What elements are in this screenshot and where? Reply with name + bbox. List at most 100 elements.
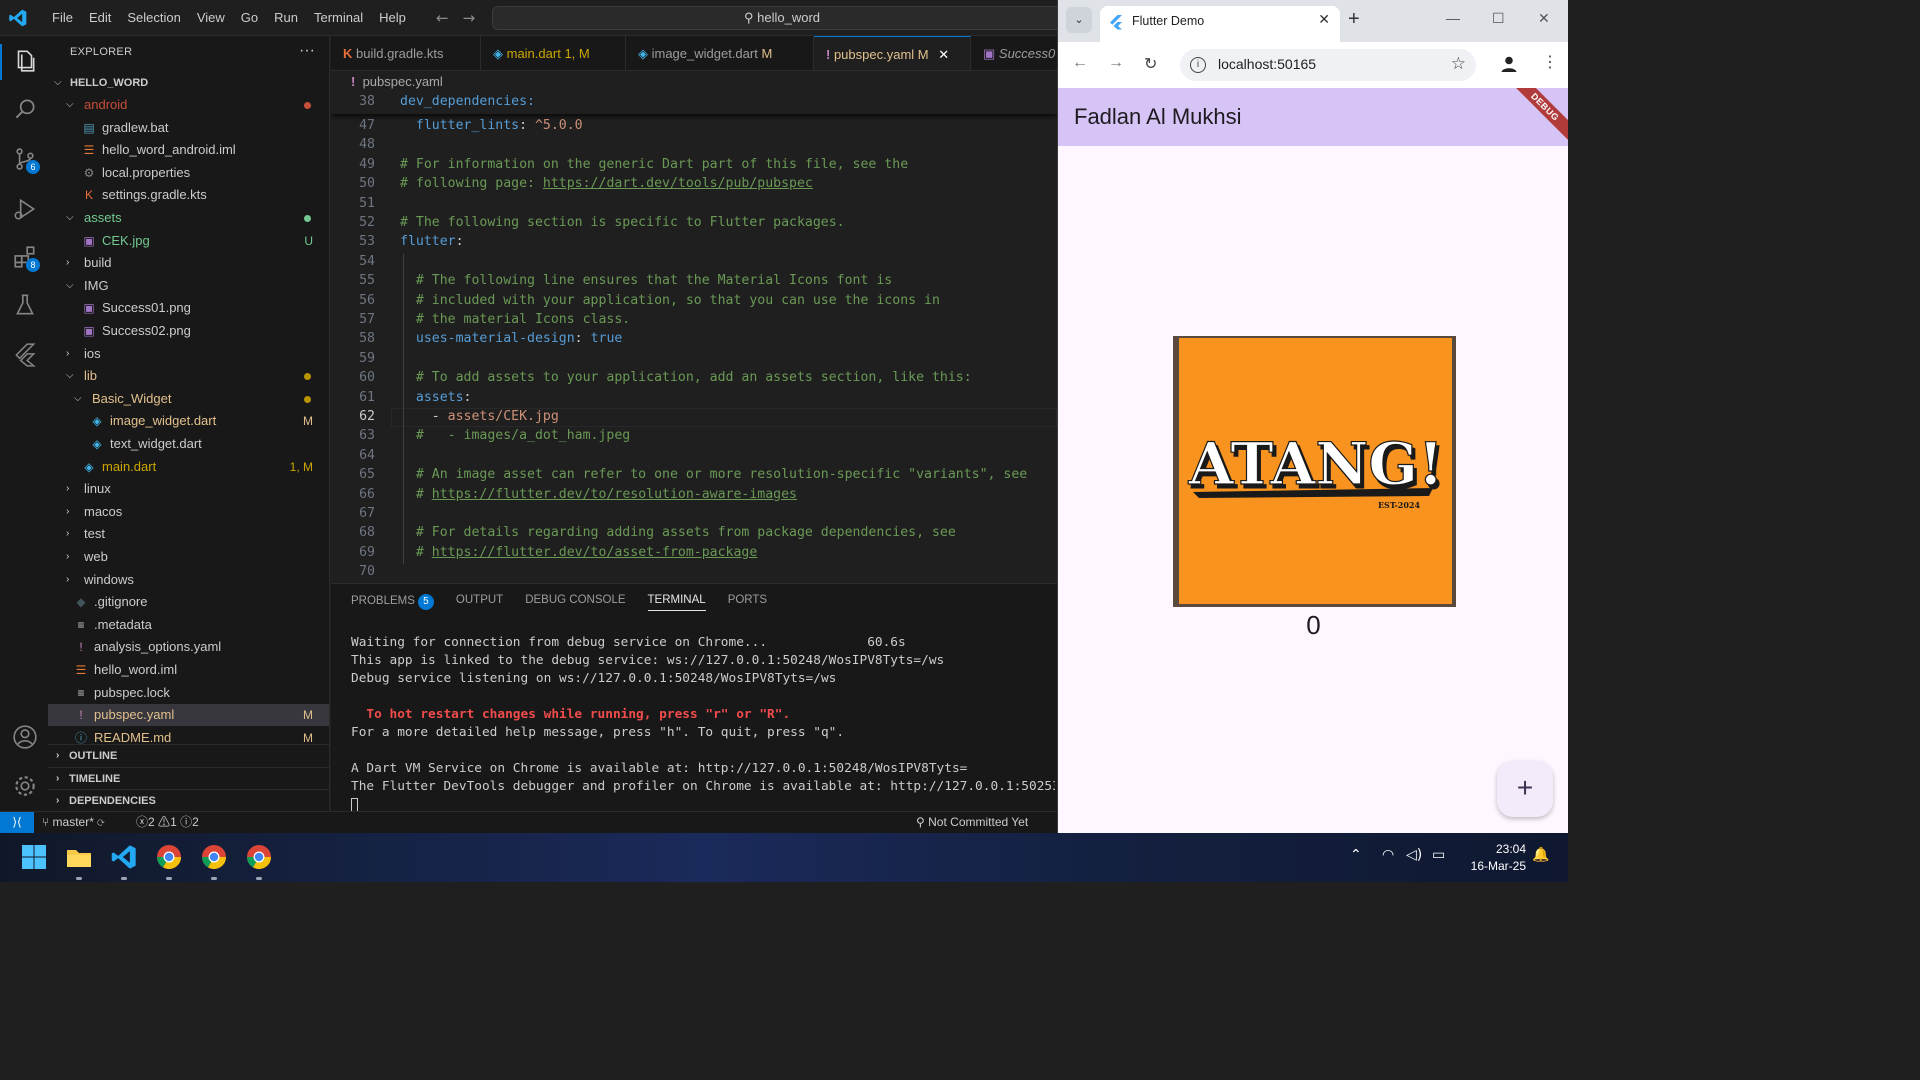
code-editor[interactable]: 38 dev_dependencies: 47 flutter_lints: ^… [331, 93, 1057, 583]
tree-folder[interactable]: › linux [48, 478, 329, 500]
tree-file[interactable]: ☰ hello_word_android.iml [48, 139, 329, 161]
nav-arrows[interactable]: ←→ [436, 9, 489, 27]
back-icon[interactable]: ← [1072, 54, 1088, 72]
settings-gear-icon[interactable] [12, 773, 38, 799]
tree-file[interactable]: ▣ Success02.png [48, 320, 329, 342]
chevron-up-icon[interactable]: ⌃ [1350, 847, 1362, 863]
close-icon[interactable]: ✕ [1318, 11, 1330, 28]
terminal-output[interactable]: Waiting for connection from debug servic… [351, 634, 1055, 813]
tree-folder[interactable]: › macos [48, 501, 329, 523]
tab-main-dart[interactable]: ◈ main.dart 1, M [481, 36, 626, 70]
tree-file[interactable]: ! analysis_options.yaml [48, 636, 329, 658]
browser-tab[interactable]: Flutter Demo ✕ [1100, 6, 1340, 42]
tree-file[interactable]: ◈ image_widget.dart M [48, 410, 329, 432]
run-debug-icon[interactable] [12, 196, 38, 222]
workspace-root[interactable]: ⌵ HELLO_WORD [48, 72, 329, 94]
tree-folder[interactable]: ⌵ IMG [48, 275, 329, 297]
tree-folder[interactable]: ⌵ Basic_Widget [48, 388, 329, 410]
tab-image-widget-dart[interactable]: ◈ image_widget.dart M [626, 36, 814, 70]
testing-icon[interactable] [12, 292, 38, 318]
chrome-icon[interactable] [245, 843, 273, 871]
panel-tab-debug-console[interactable]: DEBUG CONSOLE [525, 594, 625, 611]
section-timeline[interactable]: › TIMELINE [48, 766, 329, 789]
account-icon[interactable] [12, 724, 38, 750]
tree-file[interactable]: ⚙ local.properties [48, 162, 329, 184]
branch-status[interactable]: ⑂ master* ⟳ [42, 812, 104, 833]
more-actions-icon[interactable]: ··· [299, 42, 315, 60]
tab-build-gradle[interactable]: K build.gradle.kts [331, 36, 481, 70]
tree-file[interactable]: ! pubspec.yaml M [48, 704, 329, 727]
tree-folder[interactable]: ⌵ lib [48, 365, 329, 387]
window-close-icon[interactable]: ✕ [1538, 10, 1550, 27]
tree-folder[interactable]: › ios [48, 343, 329, 365]
tree-file[interactable]: Ksettings.gradle.kts [48, 184, 329, 206]
tab-search-icon[interactable]: ⌄ [1066, 7, 1092, 33]
file-explorer-icon[interactable] [65, 843, 93, 871]
tree-folder[interactable]: › build [48, 252, 329, 274]
panel-tab-output[interactable]: OUTPUT [456, 594, 503, 611]
panel-tab-ports[interactable]: PORTS [728, 594, 767, 611]
tree-file[interactable]: ▣ Success01.png [48, 297, 329, 319]
remote-indicator-icon[interactable]: ⟩⟨ [0, 812, 34, 833]
menu-item[interactable]: Go [233, 10, 266, 25]
chrome-icon[interactable] [200, 843, 228, 871]
windows-start-icon[interactable] [20, 843, 48, 871]
battery-icon[interactable]: ▭ [1432, 847, 1445, 863]
tree-file[interactable]: ≡ .metadata [48, 614, 329, 636]
reload-icon[interactable]: ↻ [1144, 54, 1157, 74]
tree-file[interactable]: ◈ text_widget.dart [48, 433, 329, 455]
wifi-icon[interactable]: ◠ [1382, 847, 1394, 863]
menu-item[interactable]: View [189, 10, 233, 25]
browser-menu-icon[interactable]: ⋮ [1542, 52, 1558, 72]
flutter-icon[interactable] [12, 342, 38, 368]
problems-status[interactable]: ⓧ2 ⚠1 ⓘ2 [136, 812, 199, 833]
chevron-right-icon: › [66, 347, 70, 359]
search-icon[interactable] [12, 96, 38, 122]
notification-bell-icon[interactable]: 🔔 [1532, 847, 1549, 863]
volume-icon[interactable]: ◁) [1406, 847, 1422, 863]
tree-file[interactable]: ◆ .gitignore [48, 591, 329, 613]
tree-folder[interactable]: ⌵ android [48, 94, 329, 116]
address-bar[interactable]: i localhost:50165 ☆ [1180, 49, 1476, 81]
tree-folder[interactable]: › windows [48, 569, 329, 591]
menu-item[interactable]: Edit [81, 10, 119, 25]
tree-file[interactable]: ☰ hello_word.iml [48, 659, 329, 681]
section-dependencies[interactable]: › DEPENDENCIES [48, 789, 329, 811]
tree-folder[interactable]: › test [48, 523, 329, 545]
menu-item[interactable]: Terminal [306, 10, 371, 25]
breadcrumb[interactable]: ! pubspec.yaml [331, 71, 1057, 93]
menu-item[interactable]: Run [266, 10, 306, 25]
increment-fab-button[interactable]: + [1497, 761, 1553, 817]
chrome-icon[interactable] [155, 843, 183, 871]
tree-file[interactable]: ▣ CEK.jpg U [48, 230, 329, 252]
tab-pubspec-yaml[interactable]: ! pubspec.yaml M ✕ [814, 36, 971, 70]
menu-item[interactable]: Selection [119, 10, 188, 25]
command-center-search[interactable]: ⚲ hello_word [492, 6, 1072, 30]
sticky-scroll-header[interactable]: 38 dev_dependencies: [331, 93, 1057, 114]
minimize-icon[interactable]: — [1446, 10, 1460, 26]
tree-folder[interactable]: ⌵ assets [48, 207, 329, 229]
menu-item[interactable]: File [44, 10, 81, 25]
section-outline[interactable]: › OUTLINE [48, 744, 329, 766]
maximize-icon[interactable]: ☐ [1492, 10, 1505, 27]
explorer-icon[interactable] [12, 48, 38, 74]
tree-item-label: IMG [84, 277, 109, 293]
forward-icon[interactable]: → [1108, 54, 1124, 72]
tab-success-image[interactable]: ▣ Success0 [971, 36, 1057, 70]
tree-file[interactable]: ▤ gradlew.bat [48, 117, 329, 139]
site-info-icon[interactable]: i [1190, 57, 1206, 73]
tree-file[interactable]: ◈ main.dart 1, M [48, 456, 329, 478]
panel-tab-problems[interactable]: PROBLEMS 5 [351, 594, 434, 611]
system-clock[interactable]: 23:04 16-Mar-25 [1462, 841, 1526, 875]
tree-file[interactable]: ≡ pubspec.lock [48, 682, 329, 704]
panel-tab-terminal[interactable]: TERMINAL [647, 594, 706, 611]
tree-folder[interactable]: › web [48, 546, 329, 568]
bookmark-star-icon[interactable]: ☆ [1451, 54, 1466, 74]
new-tab-icon[interactable]: + [1348, 8, 1360, 31]
profile-icon[interactable] [1499, 54, 1519, 74]
line-number: 38 [359, 94, 375, 109]
close-icon[interactable]: ✕ [938, 47, 949, 62]
git-blame-status[interactable]: ⚲ Not Committed Yet [916, 812, 1028, 833]
vscode-taskbar-icon[interactable] [110, 843, 138, 871]
menu-item[interactable]: Help [371, 10, 414, 25]
